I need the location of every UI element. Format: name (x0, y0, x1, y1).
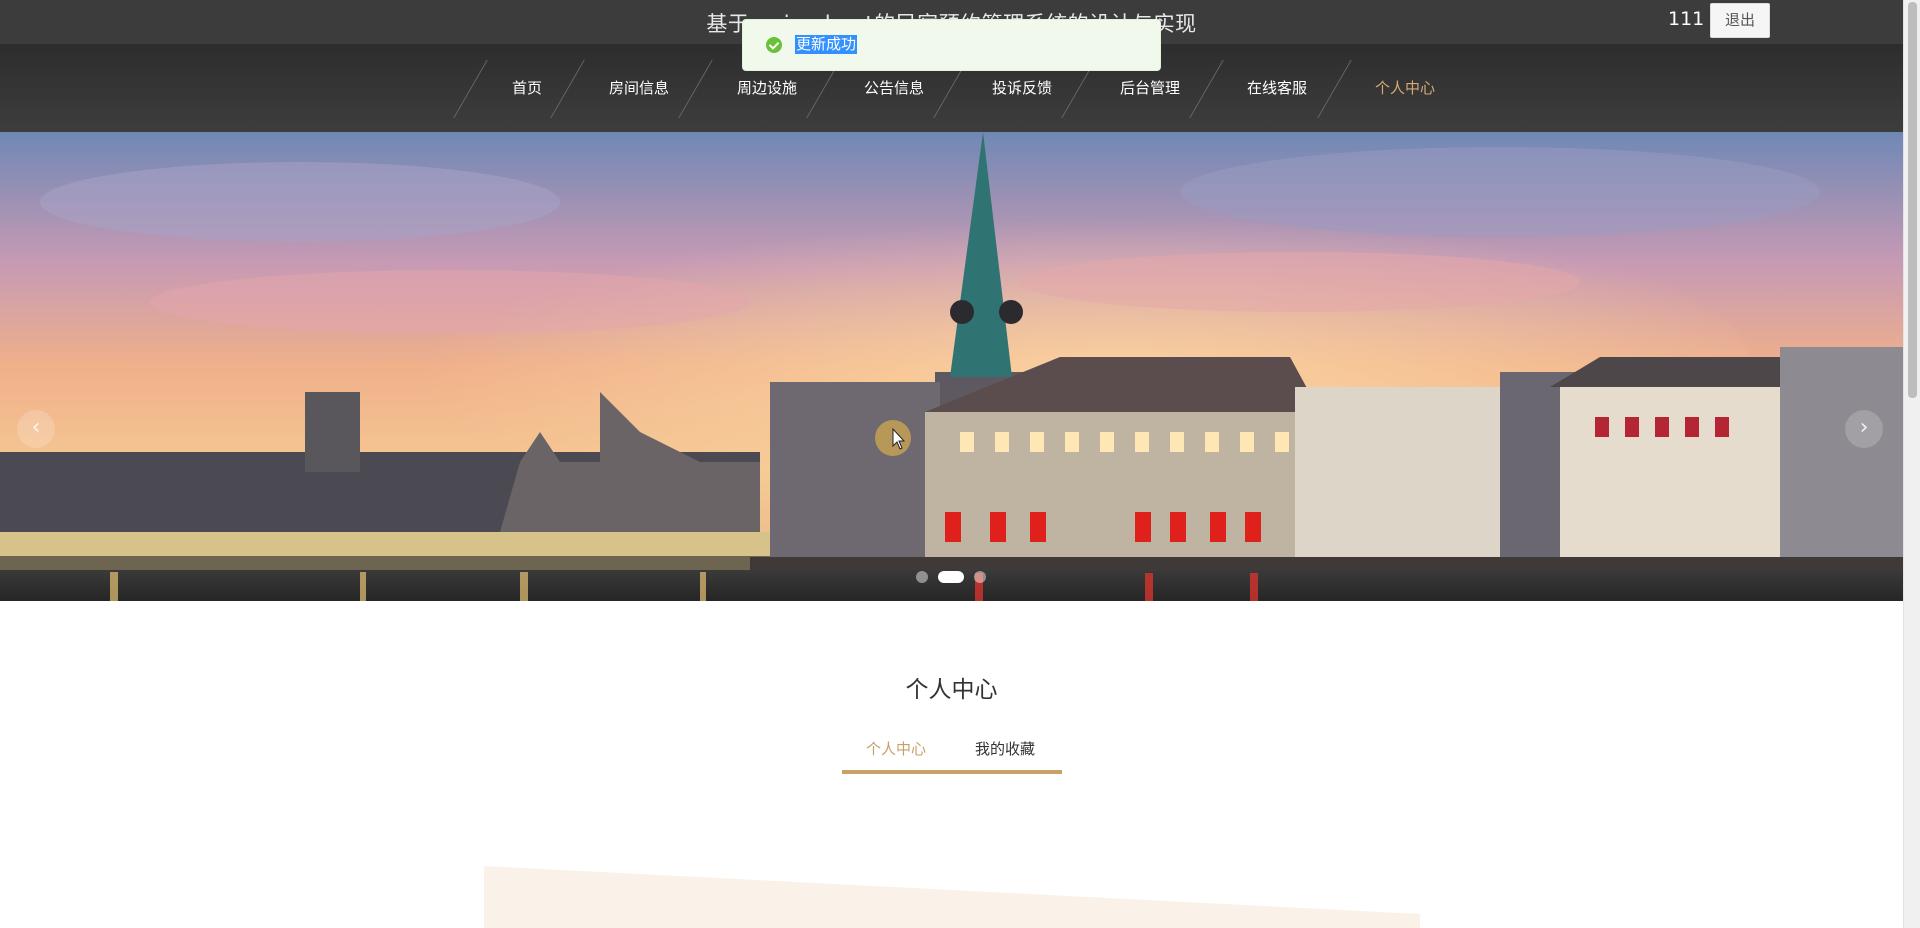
tab-favorites[interactable]: 我的收藏 (975, 738, 1035, 759)
toast-message: 更新成功 (795, 35, 858, 54)
page-title: 个人中心 (905, 677, 998, 703)
username: 111 (1668, 8, 1705, 30)
nav-separator (1189, 60, 1224, 118)
nav-item-rooms[interactable]: 房间信息 (607, 44, 671, 132)
page-scrollbar[interactable] (1903, 0, 1920, 928)
tab-profile[interactable]: 个人中心 (866, 738, 926, 759)
chevron-left-icon[interactable]: ‹ (17, 410, 55, 448)
tabs-underline (842, 770, 1062, 774)
scrollbar-thumb[interactable] (1908, 2, 1917, 398)
nav-item-home[interactable]: 首页 (510, 44, 544, 132)
success-toast: 更新成功 (742, 19, 1161, 71)
banner-image (0, 132, 1903, 601)
profile-card-background (484, 866, 1420, 928)
mouse-cursor-icon (875, 420, 911, 456)
nav-separator (678, 60, 713, 118)
page: 基于spring boot的民宿预约管理系统的设计与实现 111 退出 首页 房… (0, 0, 1920, 928)
banner-carousel: ‹ › (0, 132, 1903, 601)
logout-button[interactable]: 退出 (1710, 3, 1770, 38)
chevron-right-icon[interactable]: › (1845, 410, 1883, 448)
nav-item-support[interactable]: 在线客服 (1245, 44, 1309, 132)
nav-separator (1317, 60, 1352, 118)
success-check-icon (766, 37, 782, 53)
nav-separator (453, 60, 488, 118)
profile-tabs: 个人中心 我的收藏 (842, 730, 1062, 775)
carousel-dot-2[interactable] (938, 571, 964, 583)
nav-separator (550, 60, 585, 118)
carousel-dot-1[interactable] (916, 571, 928, 583)
carousel-dot-3[interactable] (974, 571, 986, 583)
nav-item-profile[interactable]: 个人中心 (1373, 44, 1437, 132)
